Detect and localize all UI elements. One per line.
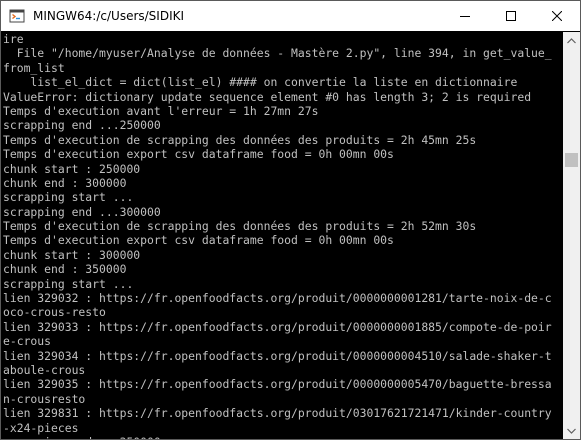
scroll-down-button[interactable] [563, 422, 580, 439]
scroll-down-arrow-icon [567, 428, 576, 434]
terminal-line: Temps d'execution de scrapping des donné… [3, 219, 477, 234]
close-button[interactable] [534, 1, 580, 31]
terminal-line: n-crousresto [3, 391, 86, 406]
scroll-up-button[interactable] [563, 32, 580, 49]
terminal-line: oco-crous-resto [3, 305, 106, 320]
terminal-line: chunk end : 300000 [3, 175, 127, 190]
terminal-line: lien 329831 : https://fr.openfoodfacts.o… [3, 406, 552, 421]
terminal-line: chunk end : 350000 [3, 262, 127, 277]
terminal-line: list_el_dict = dict(list_el) #### on con… [3, 75, 518, 90]
terminal-line: ire [3, 32, 24, 46]
terminal-line: e-crous [3, 334, 52, 349]
terminal-line: File "/home/myuser/Analyse de données - … [3, 46, 552, 61]
scroll-track[interactable] [563, 49, 580, 422]
title-bar[interactable]: MINGW64:/c/Users/SIDIKI [1, 1, 580, 31]
terminal-line: aboule-crous [3, 362, 86, 377]
terminal-line: scrapping end ...300000 [3, 204, 161, 219]
terminal-line: lien 329032 : https://fr.openfoodfacts.o… [3, 291, 552, 306]
maximize-icon [506, 11, 516, 21]
scroll-up-arrow-icon [567, 37, 576, 43]
maximize-button[interactable] [488, 1, 534, 31]
terminal-line: Temps d'execution export csv dataframe f… [3, 147, 394, 162]
terminal-line: scrapping end ...250000 [3, 118, 161, 133]
terminal-line: Temps d'execution export csv dataframe f… [3, 233, 394, 248]
vertical-scrollbar[interactable] [563, 32, 580, 439]
terminal-line: lien 329034 : https://fr.openfoodfacts.o… [3, 348, 552, 363]
mingw-terminal-icon[interactable] [9, 8, 25, 24]
scroll-thumb[interactable] [565, 153, 578, 167]
terminal-line: lien 329035 : https://fr.openfoodfacts.o… [3, 377, 552, 392]
terminal-line: lien 329033 : https://fr.openfoodfacts.o… [3, 319, 552, 334]
terminal-line: chunk start : 300000 [3, 247, 141, 262]
terminal-output[interactable]: ire File "/home/myuser/Analyse de donnée… [1, 32, 563, 439]
terminal-line: scrapping end ...350000 [1, 435, 563, 439]
terminal-line: chunk start : 250000 [3, 161, 141, 176]
terminal-line: scrapping start ... [3, 276, 134, 291]
terminal-line: -x24-pieces [3, 420, 79, 435]
terminal-line: ValueError: dictionary update sequence e… [3, 89, 532, 104]
terminal-window: MINGW64:/c/Users/SIDIKI ire File "/home/… [0, 0, 581, 440]
terminal-line: scrapping start ... [3, 190, 134, 205]
minimize-button[interactable] [442, 1, 488, 31]
terminal-line: Temps d'execution de scrapping des donné… [3, 132, 477, 147]
terminal-line: from_list [3, 60, 65, 75]
terminal-line: Temps d'execution avant l'erreur = 1h 27… [3, 103, 319, 118]
minimize-icon [460, 16, 470, 17]
close-icon [552, 11, 562, 21]
window-title: MINGW64:/c/Users/SIDIKI [33, 9, 185, 23]
